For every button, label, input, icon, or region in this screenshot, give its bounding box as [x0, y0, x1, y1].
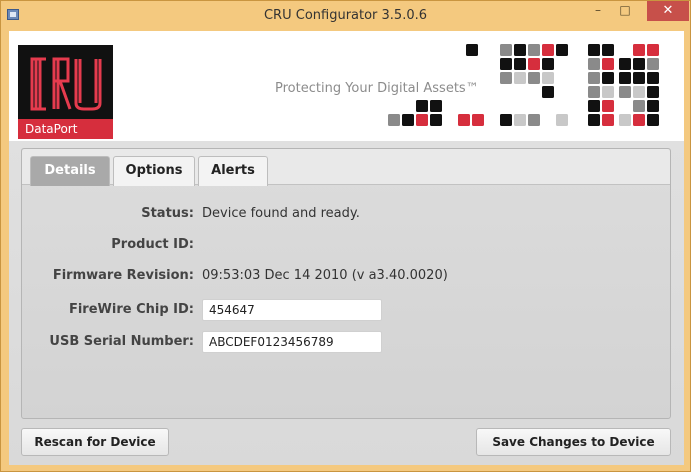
- mosaic-square: [619, 72, 631, 84]
- mosaic-square: [500, 72, 512, 84]
- mosaic-square: [514, 44, 526, 56]
- status-label: Status:: [141, 206, 194, 221]
- mosaic-square: [542, 44, 554, 56]
- mosaic-square: [619, 58, 631, 70]
- mosaic-square: [466, 44, 478, 56]
- firewire-chip-id-field[interactable]: [202, 299, 382, 321]
- mosaic-square: [588, 100, 600, 112]
- decorative-mosaic: [388, 44, 659, 126]
- mosaic-square: [647, 72, 659, 84]
- usb-serial-label: USB Serial Number:: [49, 334, 194, 349]
- tab-alerts[interactable]: Alerts: [198, 156, 268, 186]
- details-panel: Details Options Alerts Status: Device fo…: [21, 148, 671, 419]
- mosaic-square: [602, 58, 614, 70]
- mosaic-square: [633, 58, 645, 70]
- firmware-label: Firmware Revision:: [52, 268, 194, 283]
- mosaic-square: [633, 114, 645, 126]
- save-changes-button[interactable]: Save Changes to Device: [476, 428, 671, 456]
- close-button[interactable]: ✕: [647, 1, 689, 21]
- mosaic-square: [416, 114, 428, 126]
- product-id-row: Product ID:: [22, 237, 672, 257]
- app-window: CRU Configurator 3.5.0.6 – □ ✕ DataPort …: [0, 0, 691, 472]
- mosaic-square: [402, 114, 414, 126]
- mosaic-square: [500, 44, 512, 56]
- mosaic-square: [528, 44, 540, 56]
- firmware-value: 09:53:03 Dec 14 2010 (v a3.40.0020): [202, 268, 448, 283]
- usb-serial-row: USB Serial Number:: [22, 331, 672, 353]
- mosaic-square: [458, 114, 470, 126]
- mosaic-square: [472, 114, 484, 126]
- mosaic-square: [602, 114, 614, 126]
- mosaic-square: [647, 114, 659, 126]
- firewire-label: FireWire Chip ID:: [68, 302, 194, 317]
- mosaic-square: [514, 72, 526, 84]
- mosaic-square: [602, 100, 614, 112]
- mosaic-square: [542, 72, 554, 84]
- mosaic-square: [588, 72, 600, 84]
- status-value: Device found and ready.: [202, 206, 360, 221]
- title-bar[interactable]: CRU Configurator 3.5.0.6 – □ ✕: [1, 1, 690, 31]
- tab-strip: Details Options Alerts: [22, 149, 670, 186]
- mosaic-square: [633, 72, 645, 84]
- mosaic-square: [388, 114, 400, 126]
- mosaic-square: [556, 44, 568, 56]
- tab-options[interactable]: Options: [113, 156, 195, 186]
- rescan-button[interactable]: Rescan for Device: [21, 428, 169, 456]
- mosaic-square: [588, 58, 600, 70]
- mosaic-square: [647, 100, 659, 112]
- mosaic-square: [633, 100, 645, 112]
- tab-details[interactable]: Details: [30, 156, 110, 186]
- mosaic-square: [430, 100, 442, 112]
- mosaic-square: [500, 58, 512, 70]
- mosaic-square: [430, 114, 442, 126]
- status-row: Status: Device found and ready.: [22, 206, 672, 226]
- mosaic-square: [647, 86, 659, 98]
- mosaic-square: [588, 114, 600, 126]
- usb-serial-number-field[interactable]: [202, 331, 382, 353]
- mosaic-square: [633, 86, 645, 98]
- mosaic-square: [556, 114, 568, 126]
- mosaic-square: [633, 44, 645, 56]
- mosaic-square: [602, 44, 614, 56]
- mosaic-square: [542, 86, 554, 98]
- mosaic-square: [619, 86, 631, 98]
- mosaic-square: [528, 72, 540, 84]
- mosaic-square: [514, 114, 526, 126]
- minimize-button[interactable]: –: [586, 1, 610, 21]
- mosaic-square: [619, 114, 631, 126]
- mosaic-square: [514, 58, 526, 70]
- mosaic-square: [528, 58, 540, 70]
- mosaic-square: [528, 114, 540, 126]
- client-area: DataPort Protecting Your Digital Assets™…: [9, 31, 684, 465]
- mosaic-square: [647, 58, 659, 70]
- mosaic-square: [542, 58, 554, 70]
- product-id-label: Product ID:: [111, 237, 194, 252]
- mosaic-square: [602, 86, 614, 98]
- mosaic-square: [588, 86, 600, 98]
- mosaic-square: [602, 72, 614, 84]
- firewire-row: FireWire Chip ID:: [22, 299, 672, 321]
- firmware-row: Firmware Revision: 09:53:03 Dec 14 2010 …: [22, 268, 672, 288]
- mosaic-square: [647, 44, 659, 56]
- mosaic-square: [416, 100, 428, 112]
- mosaic-square: [588, 44, 600, 56]
- banner: DataPort Protecting Your Digital Assets™: [9, 31, 684, 141]
- maximize-button[interactable]: □: [613, 1, 637, 21]
- mosaic-square: [500, 114, 512, 126]
